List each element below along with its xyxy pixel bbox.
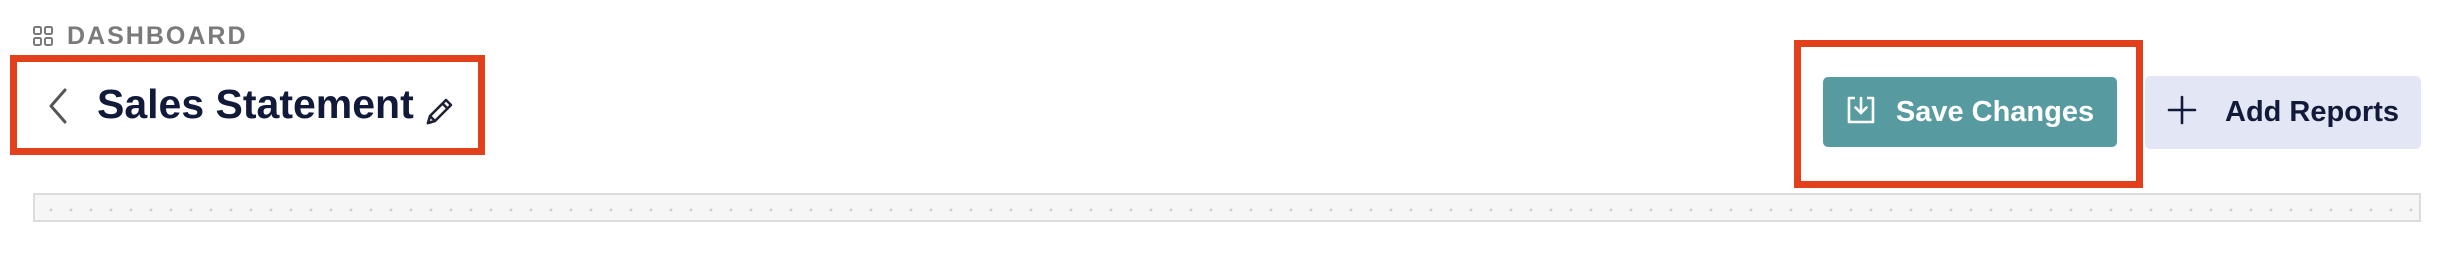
- plus-icon: [2167, 95, 2197, 130]
- breadcrumb-label[interactable]: DASHBOARD: [67, 22, 248, 51]
- dashboard-drop-zone[interactable]: [33, 193, 2421, 222]
- save-changes-button[interactable]: Save Changes: [1823, 77, 2117, 147]
- add-reports-button[interactable]: Add Reports: [2145, 76, 2421, 149]
- pencil-icon: [422, 95, 456, 134]
- back-button[interactable]: [43, 88, 73, 129]
- breadcrumb[interactable]: DASHBOARD: [33, 21, 248, 51]
- save-download-icon: [1846, 95, 1876, 130]
- save-changes-label: Save Changes: [1895, 95, 2095, 128]
- grid-icon: [33, 26, 53, 46]
- dashboard-page: DASHBOARD Sales Statement Save Changes A…: [0, 0, 2448, 266]
- title-highlight: Sales Statement: [10, 55, 485, 155]
- edit-title-button[interactable]: [421, 96, 457, 132]
- chevron-left-icon: [48, 88, 68, 129]
- page-title: Sales Statement: [97, 81, 414, 127]
- add-reports-label: Add Reports: [2225, 96, 2399, 128]
